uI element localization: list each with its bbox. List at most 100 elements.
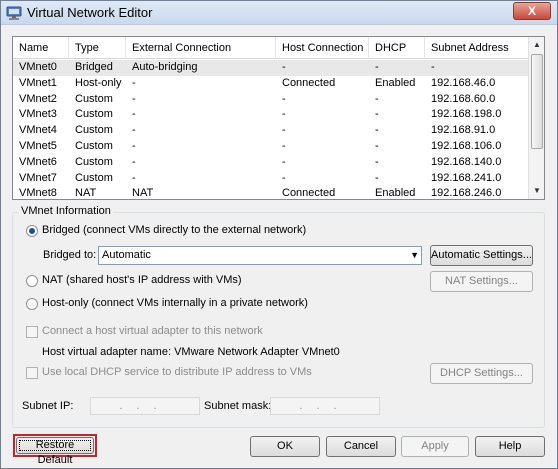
column-header[interactable]: External Connection	[126, 37, 276, 59]
restore-default-button[interactable]: Restore Default	[16, 437, 94, 466]
dhcp-settings-button[interactable]: DHCP Settings...	[430, 363, 533, 384]
network-editor-app-icon	[6, 6, 22, 20]
table-cell: -	[282, 108, 286, 121]
table-cell: -	[375, 92, 379, 105]
scroll-up-icon[interactable]: ▲	[529, 37, 544, 53]
table-row[interactable]: VMnet4 Custom - - - 192.168.91.0	[13, 123, 529, 139]
table-cell: -	[375, 124, 379, 137]
table-cell: -	[431, 61, 435, 73]
table-row[interactable]: VMnet1 Host-only - Connected Enabled 192.168.…	[13, 76, 529, 92]
nat-label[interactable]: NAT (shared host's IP address with VMs)	[42, 274, 242, 286]
list-header: Name Type External Connection Host Connecti…	[13, 37, 529, 59]
table-cell: VMnet3	[19, 108, 57, 121]
connect-adapter-label[interactable]: Connect a host virtual adapter to this n…	[42, 325, 263, 337]
table-cell: -	[282, 92, 286, 105]
table-cell: -	[282, 124, 286, 137]
table-cell: 192.168.246.0	[431, 187, 502, 200]
table-cell: VMnet0	[19, 61, 57, 73]
table-cell: Bridged	[75, 61, 113, 73]
table-cell: -	[132, 140, 136, 152]
table-cell: -	[375, 108, 379, 121]
table-cell: -	[375, 140, 379, 152]
virtual-network-editor-window: Virtual Network Editor X Name Type Externa…	[0, 0, 558, 469]
table-row[interactable]: VMnet7 Custom - - - 192.168.241.0	[13, 171, 529, 187]
subnet-mask-field[interactable]: ...	[270, 397, 380, 415]
bridged-radio[interactable]	[26, 225, 38, 237]
table-cell: 192.168.60.0	[431, 92, 496, 105]
vmnet-information-title: VMnet Information	[19, 205, 113, 217]
table-cell: VMnet4	[19, 124, 57, 137]
table-cell: -	[132, 124, 136, 137]
table-cell: 192.168.106.0	[431, 140, 502, 152]
table-cell: -	[282, 155, 286, 168]
column-header[interactable]: Subnet Address	[425, 37, 529, 59]
table-cell: -	[282, 171, 286, 184]
subnet-ip-label: Subnet IP:	[22, 400, 74, 412]
table-row[interactable]: VMnet8 NAT NAT Connected Enabled 192.168.246.…	[13, 186, 529, 200]
bridged-to-select[interactable]: Automatic ▼	[98, 246, 422, 265]
table-cell: -	[132, 155, 136, 168]
table-row[interactable]: VMnet5 Custom - - - 192.168.106.0	[13, 139, 529, 155]
chevron-down-icon[interactable]: ▼	[410, 247, 419, 264]
table-cell: Auto-bridging	[132, 61, 198, 73]
table-cell: NAT	[75, 187, 97, 200]
table-row[interactable]: VMnet6 Custom - - - 192.168.140.0	[13, 155, 529, 171]
bridged-to-label: Bridged to:	[43, 249, 97, 261]
table-cell: VMnet5	[19, 140, 57, 152]
help-button[interactable]: Help	[475, 436, 545, 457]
nat-radio[interactable]	[26, 275, 38, 287]
apply-button[interactable]: Apply	[401, 436, 469, 457]
table-cell: -	[282, 61, 286, 73]
table-cell: VMnet7	[19, 171, 57, 184]
table-cell: Custom	[75, 155, 113, 168]
table-cell: 192.168.46.0	[431, 76, 496, 89]
table-cell: NAT	[132, 187, 154, 200]
table-cell: Custom	[75, 171, 113, 184]
column-header[interactable]: Name	[13, 37, 69, 59]
title-bar[interactable]: Virtual Network Editor X	[1, 1, 557, 25]
table-cell: Connected	[282, 76, 336, 89]
connect-adapter-checkbox[interactable]	[26, 326, 38, 338]
table-cell: -	[282, 140, 286, 152]
table-cell: VMnet6	[19, 155, 57, 168]
table-cell: VMnet8	[19, 187, 57, 200]
table-row[interactable]: VMnet3 Custom - - - 192.168.198.0	[13, 107, 529, 123]
scroll-down-icon[interactable]: ▼	[529, 183, 544, 199]
table-cell: Host-only	[75, 76, 122, 89]
table-cell: VMnet2	[19, 92, 57, 105]
dhcp-label[interactable]: Use local DHCP service to distribute IP …	[42, 366, 312, 378]
column-header[interactable]: Type	[69, 37, 126, 59]
table-cell: Custom	[75, 108, 113, 121]
table-cell: 192.168.140.0	[431, 155, 502, 168]
table-cell: 192.168.198.0	[431, 108, 502, 121]
table-row[interactable]: VMnet0 Bridged Auto-bridging - - -	[13, 60, 529, 76]
table-cell: -	[375, 155, 379, 168]
network-list[interactable]: Name Type External Connection Host Connecti…	[12, 36, 545, 200]
list-scrollbar[interactable]: ▲ ▼	[528, 37, 544, 199]
cancel-button[interactable]: Cancel	[326, 436, 396, 457]
nat-settings-button[interactable]: NAT Settings...	[430, 271, 533, 292]
scroll-thumb[interactable]	[531, 54, 543, 149]
table-row[interactable]: VMnet2 Custom - - - 192.168.60.0	[13, 92, 529, 108]
table-cell: Connected	[282, 187, 336, 200]
table-cell: Enabled	[375, 187, 416, 200]
column-header[interactable]: DHCP	[369, 37, 425, 59]
column-header[interactable]: Host Connection	[276, 37, 369, 59]
close-button[interactable]: X	[513, 2, 551, 20]
host-only-label[interactable]: Host-only (connect VMs internally in a p…	[42, 297, 308, 309]
table-cell: Custom	[75, 92, 113, 105]
subnet-ip-field[interactable]: ...	[90, 397, 200, 415]
table-cell: -	[132, 76, 136, 89]
bridged-to-value: Automatic	[102, 249, 151, 261]
dhcp-checkbox[interactable]	[26, 367, 38, 379]
table-cell: 192.168.241.0	[431, 171, 502, 184]
ok-button[interactable]: OK	[250, 436, 320, 457]
table-cell: -	[132, 108, 136, 121]
table-cell: -	[375, 61, 379, 73]
table-cell: Custom	[75, 140, 113, 152]
automatic-settings-button[interactable]: Automatic Settings...	[430, 245, 533, 266]
host-only-radio[interactable]	[26, 298, 38, 310]
window-title: Virtual Network Editor	[27, 5, 153, 20]
subnet-mask-label: Subnet mask:	[204, 400, 272, 412]
bridged-label[interactable]: Bridged (connect VMs directly to the ext…	[42, 224, 306, 236]
